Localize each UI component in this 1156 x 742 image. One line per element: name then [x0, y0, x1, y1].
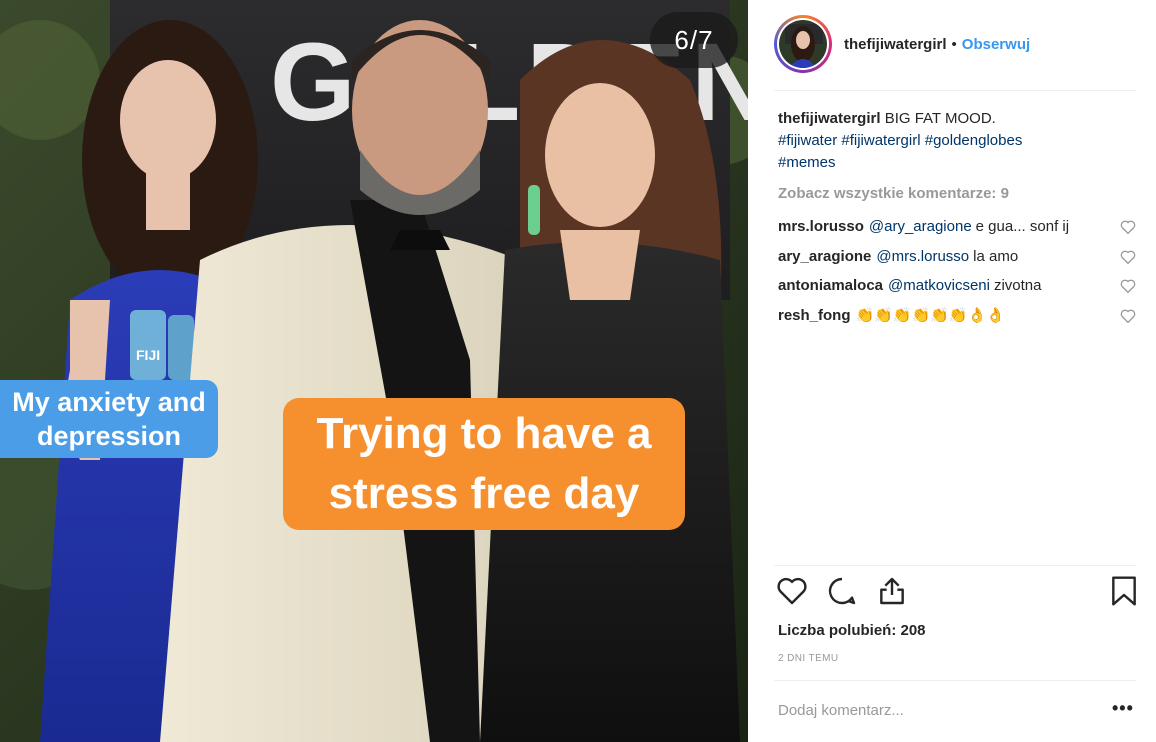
add-comment-input[interactable]: Dodaj komentarz... — [778, 702, 904, 719]
comment-text: zivotna — [993, 277, 1042, 294]
view-all-comments-link[interactable]: Zobacz wszystkie komentarze: 9 — [778, 185, 1009, 202]
comment-icon[interactable] — [826, 575, 858, 607]
comment-item: antoniamaloca @matkovicseni zivotna — [778, 275, 1136, 297]
header-divider — [774, 90, 1136, 91]
actions-divider — [774, 565, 1136, 566]
avatar-story-ring[interactable] — [774, 15, 832, 73]
hashtag-link[interactable]: #fijiwater — [778, 132, 837, 149]
comment-item: resh_fong 👏👏👏👏👏👏👌👌 — [778, 305, 1136, 327]
caption-text: BIG FAT MOOD. — [884, 110, 996, 127]
header-separator: • — [951, 35, 957, 53]
share-icon[interactable] — [876, 575, 908, 607]
comment-item: mrs.lorusso @ary_aragione e gua... sonf … — [778, 216, 1136, 238]
comment-username[interactable]: antoniamaloca — [778, 275, 883, 297]
post-header: thefijiwatergirl • Obserwuj — [774, 14, 1030, 74]
header-username[interactable]: thefijiwatergirl — [844, 36, 947, 53]
bookmark-icon[interactable] — [1110, 575, 1138, 607]
comment-text: 👏👏👏👏👏👏👌👌 — [855, 307, 1005, 324]
comment-text: la amo — [973, 248, 1019, 265]
post-timestamp[interactable]: 2 DNI TEMU — [778, 653, 839, 664]
meme-caption-blue: My anxiety and depression — [0, 380, 218, 458]
comment-username[interactable]: ary_aragione — [778, 246, 871, 268]
slide-counter: 6/7 — [650, 12, 738, 68]
avatar[interactable] — [779, 20, 827, 68]
caption-username[interactable]: thefijiwatergirl — [778, 110, 881, 127]
follow-button[interactable]: Obserwuj — [962, 36, 1030, 53]
avatar-image — [779, 20, 827, 68]
post-photo: GOLDEN GLOBES FIJI — [0, 0, 748, 742]
post-caption: thefijiwatergirl BIG FAT MOOD. #fijiwate… — [778, 108, 1118, 174]
comment-like-heart-icon[interactable] — [1120, 250, 1136, 264]
hashtag-link[interactable]: #fijiwatergirl — [841, 132, 920, 149]
comment-username[interactable]: mrs.lorusso — [778, 216, 864, 238]
comment-username[interactable]: resh_fong — [778, 305, 851, 327]
comment-item: ary_aragione @mrs.lorusso la amo — [778, 246, 1136, 268]
bottle-label: FIJI — [136, 347, 160, 363]
comment-like-heart-icon[interactable] — [1120, 279, 1136, 293]
hashtag-link[interactable]: #memes — [778, 154, 836, 171]
add-comment-divider — [774, 680, 1136, 681]
more-options-button[interactable]: ••• — [1112, 698, 1134, 719]
comment-mention[interactable]: @matkovicseni — [888, 275, 990, 297]
comment-text: e gua... sonf ij — [975, 218, 1070, 235]
comment-like-heart-icon[interactable] — [1120, 309, 1136, 323]
hashtag-link[interactable]: #goldenglobes — [925, 132, 1023, 149]
meme-caption-orange: Trying to have a stress free day — [283, 398, 685, 530]
heart-icon[interactable] — [776, 575, 808, 607]
comment-like-heart-icon[interactable] — [1120, 220, 1136, 234]
post-sidebar: thefijiwatergirl • Obserwuj thefijiwater… — [748, 0, 1156, 742]
post-actions — [776, 575, 1138, 615]
likes-count[interactable]: Liczba polubień: 208 — [778, 622, 926, 639]
comment-mention[interactable]: @ary_aragione — [869, 216, 972, 238]
post-media[interactable]: GOLDEN GLOBES FIJI 6/7 My anxiety and de… — [0, 0, 748, 742]
comment-mention[interactable]: @mrs.lorusso — [876, 246, 969, 268]
